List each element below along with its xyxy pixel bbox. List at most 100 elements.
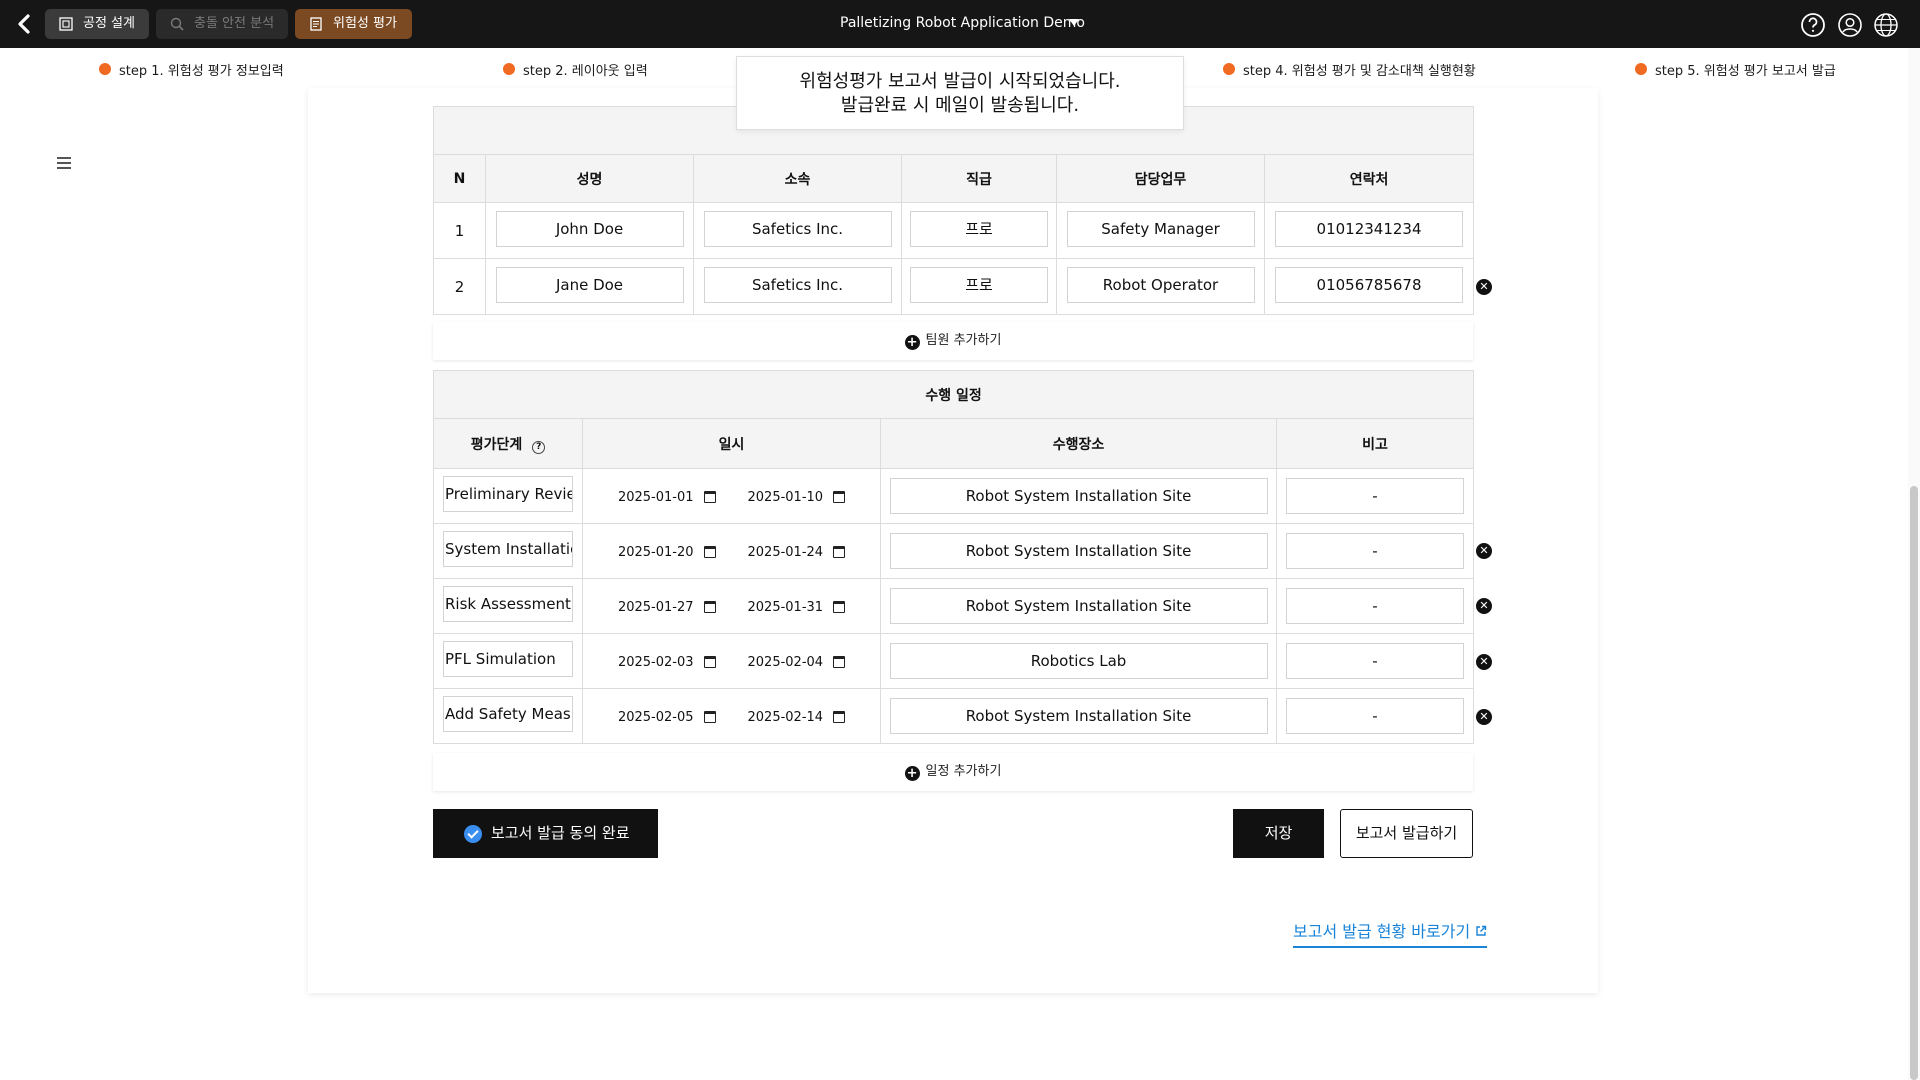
rank-input[interactable]: 프로 [910,266,1048,303]
check-circle-icon [464,825,482,843]
table-row: 2 Jane Doe Safetics Inc. 프로 Robot Operat… [433,258,1475,315]
table-row: Risk Assessment 2025-01-27 2025-01-31 Rob… [433,578,1475,634]
note-input[interactable]: - [1286,533,1465,569]
stage-input[interactable]: Risk Assessment [443,586,573,622]
step-4[interactable]: step 4. 위험성 평가 및 감소대책 실행현황 [1223,60,1476,79]
name-input[interactable]: Jane Doe [495,266,684,303]
start-date-input[interactable]: 2025-02-05 [618,710,716,725]
end-date-input[interactable]: 2025-01-10 [748,490,846,505]
stage-input[interactable]: Preliminary Review [443,476,573,512]
delete-row-icon[interactable]: ✕ [1476,279,1492,295]
place-input[interactable]: Robotics Lab [889,643,1268,679]
report-status-link-label: 보고서 발급 현황 바로가기 [1293,922,1471,941]
stage-input[interactable]: PFL Simulation [443,641,573,677]
start-date-input[interactable]: 2025-02-03 [618,655,716,670]
end-date-input[interactable]: 2025-01-31 [748,600,846,615]
stage-input[interactable]: Add Safety Measures [443,696,573,732]
issue-report-button[interactable]: 보고서 발급하기 [1340,809,1473,858]
report-consent-button[interactable]: 보고서 발급 동의 완료 [433,809,658,858]
note-input[interactable]: - [1286,478,1465,514]
calendar-icon[interactable] [833,546,846,558]
step-label: step 1. 위험성 평가 정보입력 [119,64,284,79]
help-icon[interactable]: ? [532,440,546,454]
note-input[interactable]: - [1286,643,1465,679]
step-label: step 4. 위험성 평가 및 감소대책 실행현황 [1243,64,1476,79]
report-status-link[interactable]: 보고서 발급 현황 바로가기 [1293,918,1488,948]
calendar-icon[interactable] [703,601,716,613]
date-value: 2025-01-24 [747,545,824,560]
step-status-dot [1223,63,1235,75]
calendar-icon[interactable] [703,711,716,723]
date-value: 2025-02-03 [617,655,694,670]
start-date-input[interactable]: 2025-01-20 [618,545,716,560]
calendar-icon[interactable] [703,656,716,668]
table-row: System Installation 2025-01-20 2025-01-24… [433,523,1475,579]
rank-input[interactable]: 프로 [910,210,1048,247]
date-value: 2025-01-31 [747,600,824,615]
step-1[interactable]: step 1. 위험성 평가 정보입력 [99,60,284,79]
tab-label: 공정 설계 [83,16,135,31]
plus-icon: + [904,766,920,781]
table-row: PFL Simulation 2025-02-03 2025-02-04 Robo… [433,633,1475,689]
step-5[interactable]: step 5. 위험성 평가 보고서 발급 [1635,60,1836,79]
organization-input[interactable]: Safetics Inc. [703,266,892,303]
back-arrow-icon[interactable] [14,12,38,36]
end-date-input[interactable]: 2025-01-24 [748,545,846,560]
date-value: 2025-01-01 [617,490,694,505]
schedule-table: 수행 일정 평가단계? 일시 수행장소 비고 Preliminary Revie… [432,370,1475,744]
top-bar: 공정 설계 충돌 안전 분석 위험성 평가 Palletizing Robot … [0,0,1920,48]
tab-collision-analysis[interactable]: 충돌 안전 분석 [156,9,288,39]
toast-notification: 위험성평가 보고서 발급이 시작되었습니다. 발급완료 시 메일이 발송됩니다. [736,56,1184,130]
start-date-input[interactable]: 2025-01-27 [618,600,716,615]
user-icon[interactable] [1837,12,1863,38]
phone-input[interactable]: 01056785678 [1275,266,1464,303]
end-date-input[interactable]: 2025-02-04 [748,655,846,670]
team-table: N 성명 소속 직급 담당업무 연락처 1 John Doe Safetics … [432,106,1475,315]
date-value: 2025-01-27 [617,600,694,615]
column-header: 일시 [582,418,881,469]
place-input[interactable]: Robot System Installation Site [889,478,1268,514]
menu-icon[interactable] [57,157,71,172]
place-input[interactable]: Robot System Installation Site [889,698,1268,734]
save-button[interactable]: 저장 [1233,809,1324,858]
delete-row-icon[interactable]: ✕ [1476,709,1492,725]
date-value: 2025-01-20 [617,545,694,560]
delete-row-icon[interactable]: ✕ [1476,654,1492,670]
tab-risk-assessment[interactable]: 위험성 평가 [295,9,412,39]
app-title[interactable]: Palletizing Robot Application Demo [840,15,1085,31]
name-input[interactable]: John Doe [495,210,684,247]
duty-input[interactable]: Safety Manager [1066,210,1255,247]
tab-process-design[interactable]: 공정 설계 [45,9,149,39]
calendar-icon[interactable] [833,656,846,668]
delete-row-icon[interactable]: ✕ [1476,598,1492,614]
calendar-icon[interactable] [833,711,846,723]
place-input[interactable]: Robot System Installation Site [889,588,1268,624]
help-icon[interactable] [1800,12,1826,38]
phone-input[interactable]: 01012341234 [1275,210,1464,247]
place-input[interactable]: Robot System Installation Site [889,533,1268,569]
table-row: Preliminary Review 2025-01-012025-01-10 … [433,468,1475,524]
delete-row-icon[interactable]: ✕ [1476,543,1492,559]
end-date-input[interactable]: 2025-02-14 [748,710,846,725]
step-2[interactable]: step 2. 레이아웃 입력 [503,60,648,79]
chevron-down-icon[interactable] [1069,19,1079,26]
globe-icon[interactable] [1873,12,1899,38]
date-value: 2025-01-10 [747,490,824,505]
calendar-icon[interactable] [703,491,716,503]
calendar-icon[interactable] [833,601,846,613]
note-input[interactable]: - [1286,698,1465,734]
duty-input[interactable]: Robot Operator [1066,266,1255,303]
add-schedule-button[interactable]: + 일정 추가하기 [433,753,1473,791]
plus-icon: + [904,335,920,350]
search-icon [170,17,184,31]
toast-line-1: 위험성평가 보고서 발급이 시작되었습니다. [799,71,1121,92]
scrollbar-thumb[interactable] [1910,486,1918,1080]
organization-input[interactable]: Safetics Inc. [703,210,892,247]
calendar-icon[interactable] [833,491,846,503]
add-member-button[interactable]: + 팀원 추가하기 [433,322,1473,360]
start-date-input[interactable]: 2025-01-01 [618,490,716,505]
table-row: 1 John Doe Safetics Inc. 프로 Safety Manag… [433,202,1475,259]
stage-input[interactable]: System Installation [443,531,573,567]
calendar-icon[interactable] [703,546,716,558]
note-input[interactable]: - [1286,588,1465,624]
